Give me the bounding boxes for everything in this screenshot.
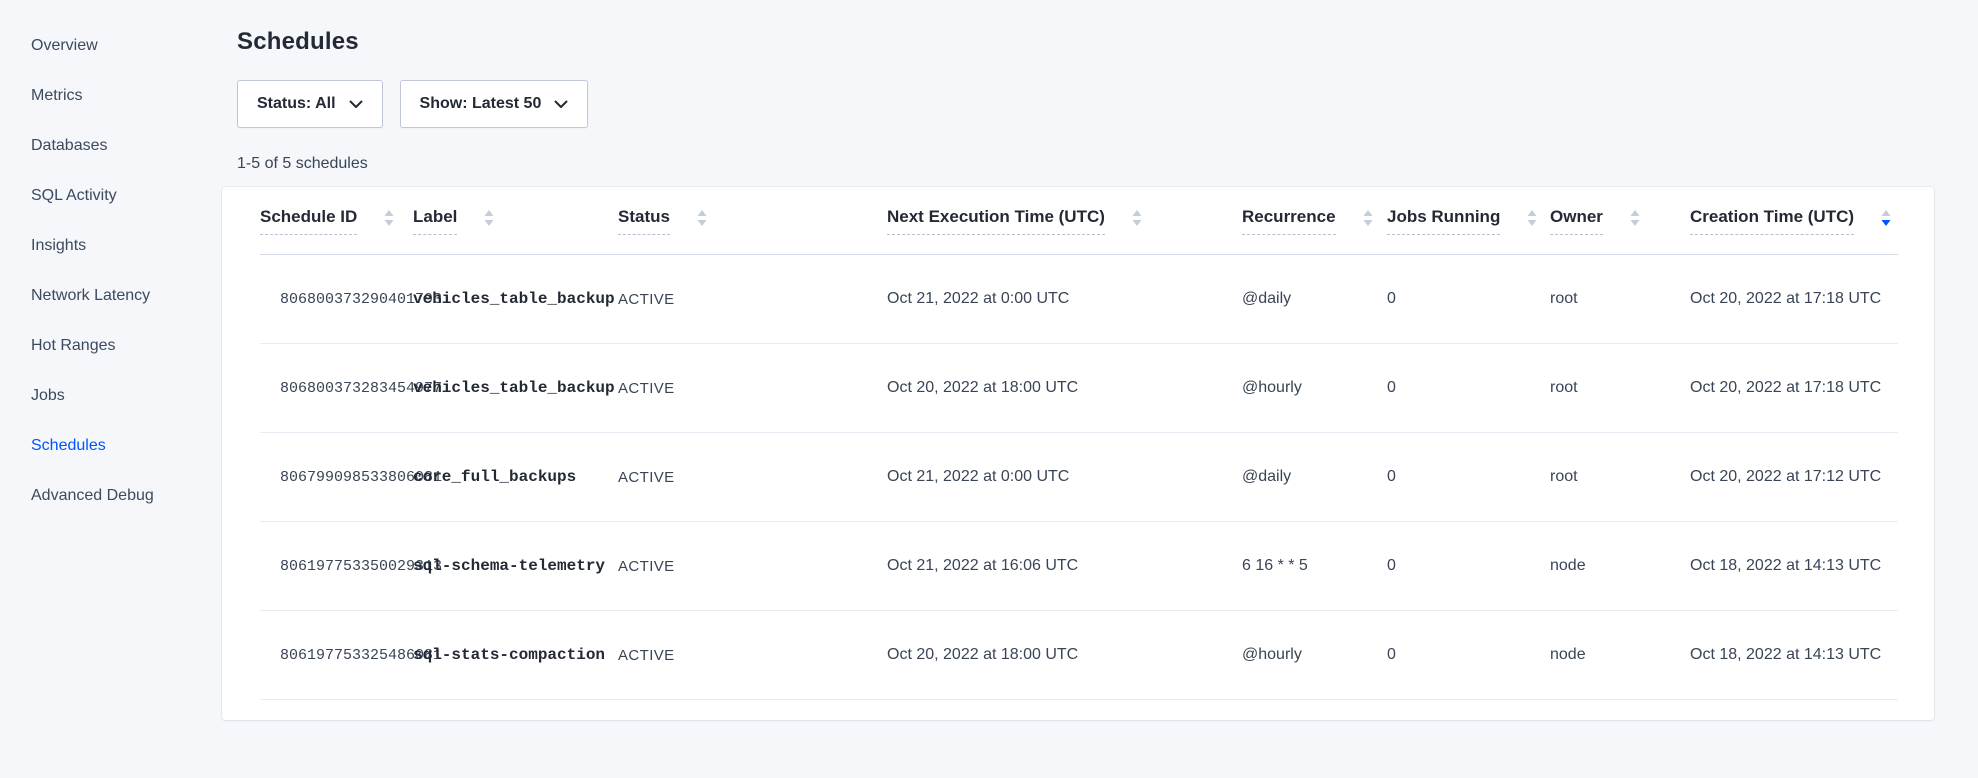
cell-owner: node: [1550, 611, 1690, 700]
cell-jobs-running: 0: [1387, 611, 1550, 700]
cell-owner: root: [1550, 255, 1690, 344]
column-label: Next Execution Time (UTC): [887, 207, 1105, 235]
cell-id: 806800373283454977: [260, 344, 413, 433]
sidebar-item-schedules[interactable]: Schedules: [31, 421, 186, 471]
table-row: 806800373290401793vehicles_table_backupA…: [260, 255, 1898, 344]
sort-icon: [1527, 210, 1537, 226]
cell-creation-time: Oct 18, 2022 at 14:13 UTC: [1690, 522, 1898, 611]
cell-status: ACTIVE: [618, 433, 887, 522]
cell-label: sql-schema-telemetry: [413, 522, 618, 611]
cell-recurrence: @hourly: [1242, 344, 1387, 433]
sidebar-item-network-latency[interactable]: Network Latency: [31, 271, 186, 321]
column-header-status[interactable]: Status: [618, 187, 887, 255]
sort-icon: [1630, 210, 1640, 226]
sort-icon: [484, 210, 494, 226]
sort-icon: [1132, 210, 1142, 226]
cell-next-execution: Oct 21, 2022 at 0:00 UTC: [887, 433, 1242, 522]
column-header-next-execution-time-utc[interactable]: Next Execution Time (UTC): [887, 187, 1242, 255]
sort-icon-active-desc: [1881, 210, 1891, 226]
cell-label: sql-stats-compaction: [413, 611, 618, 700]
sidebar-item-jobs[interactable]: Jobs: [31, 371, 186, 421]
column-header-owner[interactable]: Owner: [1550, 187, 1690, 255]
cell-status: ACTIVE: [618, 522, 887, 611]
cell-status: ACTIVE: [618, 611, 887, 700]
cell-recurrence: @daily: [1242, 433, 1387, 522]
cell-jobs-running: 0: [1387, 344, 1550, 433]
cell-status: ACTIVE: [618, 344, 887, 433]
cell-creation-time: Oct 20, 2022 at 17:18 UTC: [1690, 344, 1898, 433]
schedules-table: Schedule ID Label Status Next Execution Tim…: [260, 187, 1898, 700]
cell-label: vehicles_table_backup: [413, 255, 618, 344]
column-label: Creation Time (UTC): [1690, 207, 1854, 235]
column-label: Label: [413, 207, 457, 235]
column-header-creation-time-utc[interactable]: Creation Time (UTC): [1690, 187, 1898, 255]
column-label: Jobs Running: [1387, 207, 1500, 235]
table-row: 806197753325486081sql-stats-compactionAC…: [260, 611, 1898, 700]
cell-next-execution: Oct 21, 2022 at 0:00 UTC: [887, 255, 1242, 344]
column-label: Schedule ID: [260, 207, 357, 235]
sidebar: OverviewMetricsDatabasesSQL ActivityInsi…: [0, 0, 186, 778]
sidebar-item-databases[interactable]: Databases: [31, 121, 186, 171]
column-header-jobs-running[interactable]: Jobs Running: [1387, 187, 1550, 255]
app-root: OverviewMetricsDatabasesSQL ActivityInsi…: [0, 0, 1978, 778]
sidebar-item-insights[interactable]: Insights: [31, 221, 186, 271]
column-label: Recurrence: [1242, 207, 1336, 235]
chevron-down-icon: [554, 100, 568, 109]
cell-next-execution: Oct 21, 2022 at 16:06 UTC: [887, 522, 1242, 611]
sidebar-item-hot-ranges[interactable]: Hot Ranges: [31, 321, 186, 371]
cell-label: vehicles_table_backup: [413, 344, 618, 433]
column-header-schedule-id[interactable]: Schedule ID: [260, 187, 413, 255]
cell-id: 806197753325486081: [260, 611, 413, 700]
status-filter-label: Status: All: [257, 95, 336, 113]
column-label: Owner: [1550, 207, 1603, 235]
table-header-row: Schedule ID Label Status Next Execution Tim…: [260, 187, 1898, 255]
cell-id: 806197753350029313: [260, 522, 413, 611]
cell-recurrence: 6 16 * * 5: [1242, 522, 1387, 611]
table-row: 806197753350029313sql-schema-telemetryAC…: [260, 522, 1898, 611]
status-filter-dropdown[interactable]: Status: All: [237, 80, 383, 128]
sidebar-item-sql-activity[interactable]: SQL Activity: [31, 171, 186, 221]
cell-recurrence: @daily: [1242, 255, 1387, 344]
cell-recurrence: @hourly: [1242, 611, 1387, 700]
column-label: Status: [618, 207, 670, 235]
page-title: Schedules: [237, 29, 1934, 55]
cell-owner: root: [1550, 433, 1690, 522]
cell-jobs-running: 0: [1387, 433, 1550, 522]
filters-bar: Status: All Show: Latest 50: [237, 80, 1934, 128]
cell-next-execution: Oct 20, 2022 at 18:00 UTC: [887, 611, 1242, 700]
sort-icon: [1363, 210, 1373, 226]
sidebar-item-metrics[interactable]: Metrics: [31, 71, 186, 121]
cell-jobs-running: 0: [1387, 255, 1550, 344]
cell-label: core_full_backups: [413, 433, 618, 522]
cell-creation-time: Oct 18, 2022 at 14:13 UTC: [1690, 611, 1898, 700]
sidebar-item-advanced-debug[interactable]: Advanced Debug: [31, 471, 186, 521]
cell-next-execution: Oct 20, 2022 at 18:00 UTC: [887, 344, 1242, 433]
cell-creation-time: Oct 20, 2022 at 17:18 UTC: [1690, 255, 1898, 344]
chevron-down-icon: [349, 100, 363, 109]
sort-icon: [384, 210, 394, 226]
sort-icon: [697, 210, 707, 226]
show-filter-label: Show: Latest 50: [420, 95, 542, 113]
table-row: 806799098533806081core_full_backupsACTIV…: [260, 433, 1898, 522]
results-summary: 1-5 of 5 schedules: [237, 155, 1934, 173]
main-content: Schedules Status: All Show: Latest 50 1-…: [186, 0, 1978, 778]
show-filter-dropdown[interactable]: Show: Latest 50: [400, 80, 589, 128]
column-header-label[interactable]: Label: [413, 187, 618, 255]
cell-jobs-running: 0: [1387, 522, 1550, 611]
schedules-table-card: Schedule ID Label Status Next Execution Tim…: [222, 187, 1934, 720]
table-row: 806800373283454977vehicles_table_backupA…: [260, 344, 1898, 433]
cell-creation-time: Oct 20, 2022 at 17:12 UTC: [1690, 433, 1898, 522]
cell-owner: node: [1550, 522, 1690, 611]
cell-status: ACTIVE: [618, 255, 887, 344]
sidebar-item-overview[interactable]: Overview: [31, 21, 186, 71]
column-header-recurrence[interactable]: Recurrence: [1242, 187, 1387, 255]
cell-id: 806799098533806081: [260, 433, 413, 522]
cell-owner: root: [1550, 344, 1690, 433]
cell-id: 806800373290401793: [260, 255, 413, 344]
